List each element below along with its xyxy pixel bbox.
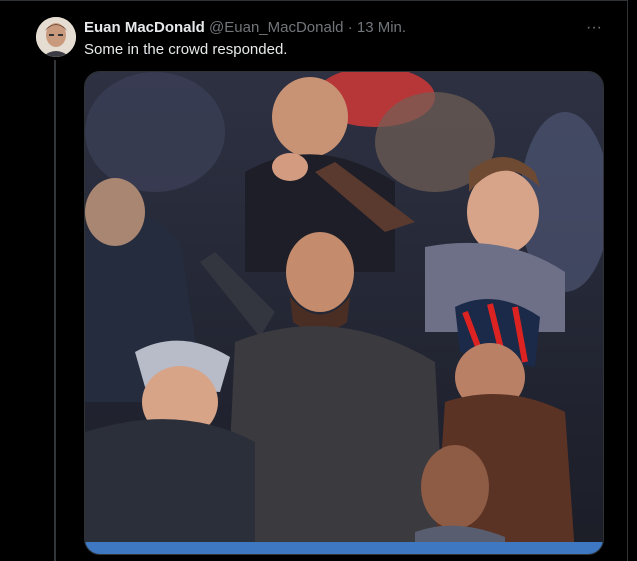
top-border [0,0,627,1]
avatar[interactable] [36,17,76,57]
timestamp[interactable]: 13 Min. [357,19,406,36]
avatar-image [36,17,76,57]
right-border [627,0,628,561]
tweet-media[interactable] [84,71,604,555]
thread-connector-line [54,60,56,561]
crowd-photo-icon [85,72,603,554]
more-options-icon[interactable]: ··· [584,18,604,38]
tweet-text: Some in the crowd responded. [84,41,288,58]
author-name[interactable]: Euan MacDonald [84,19,205,36]
author-handle[interactable]: @Euan_MacDonald [209,19,343,36]
tweet-header: Euan MacDonald @Euan_MacDonald · 13 Min. [84,18,406,38]
separator: · [347,19,353,36]
